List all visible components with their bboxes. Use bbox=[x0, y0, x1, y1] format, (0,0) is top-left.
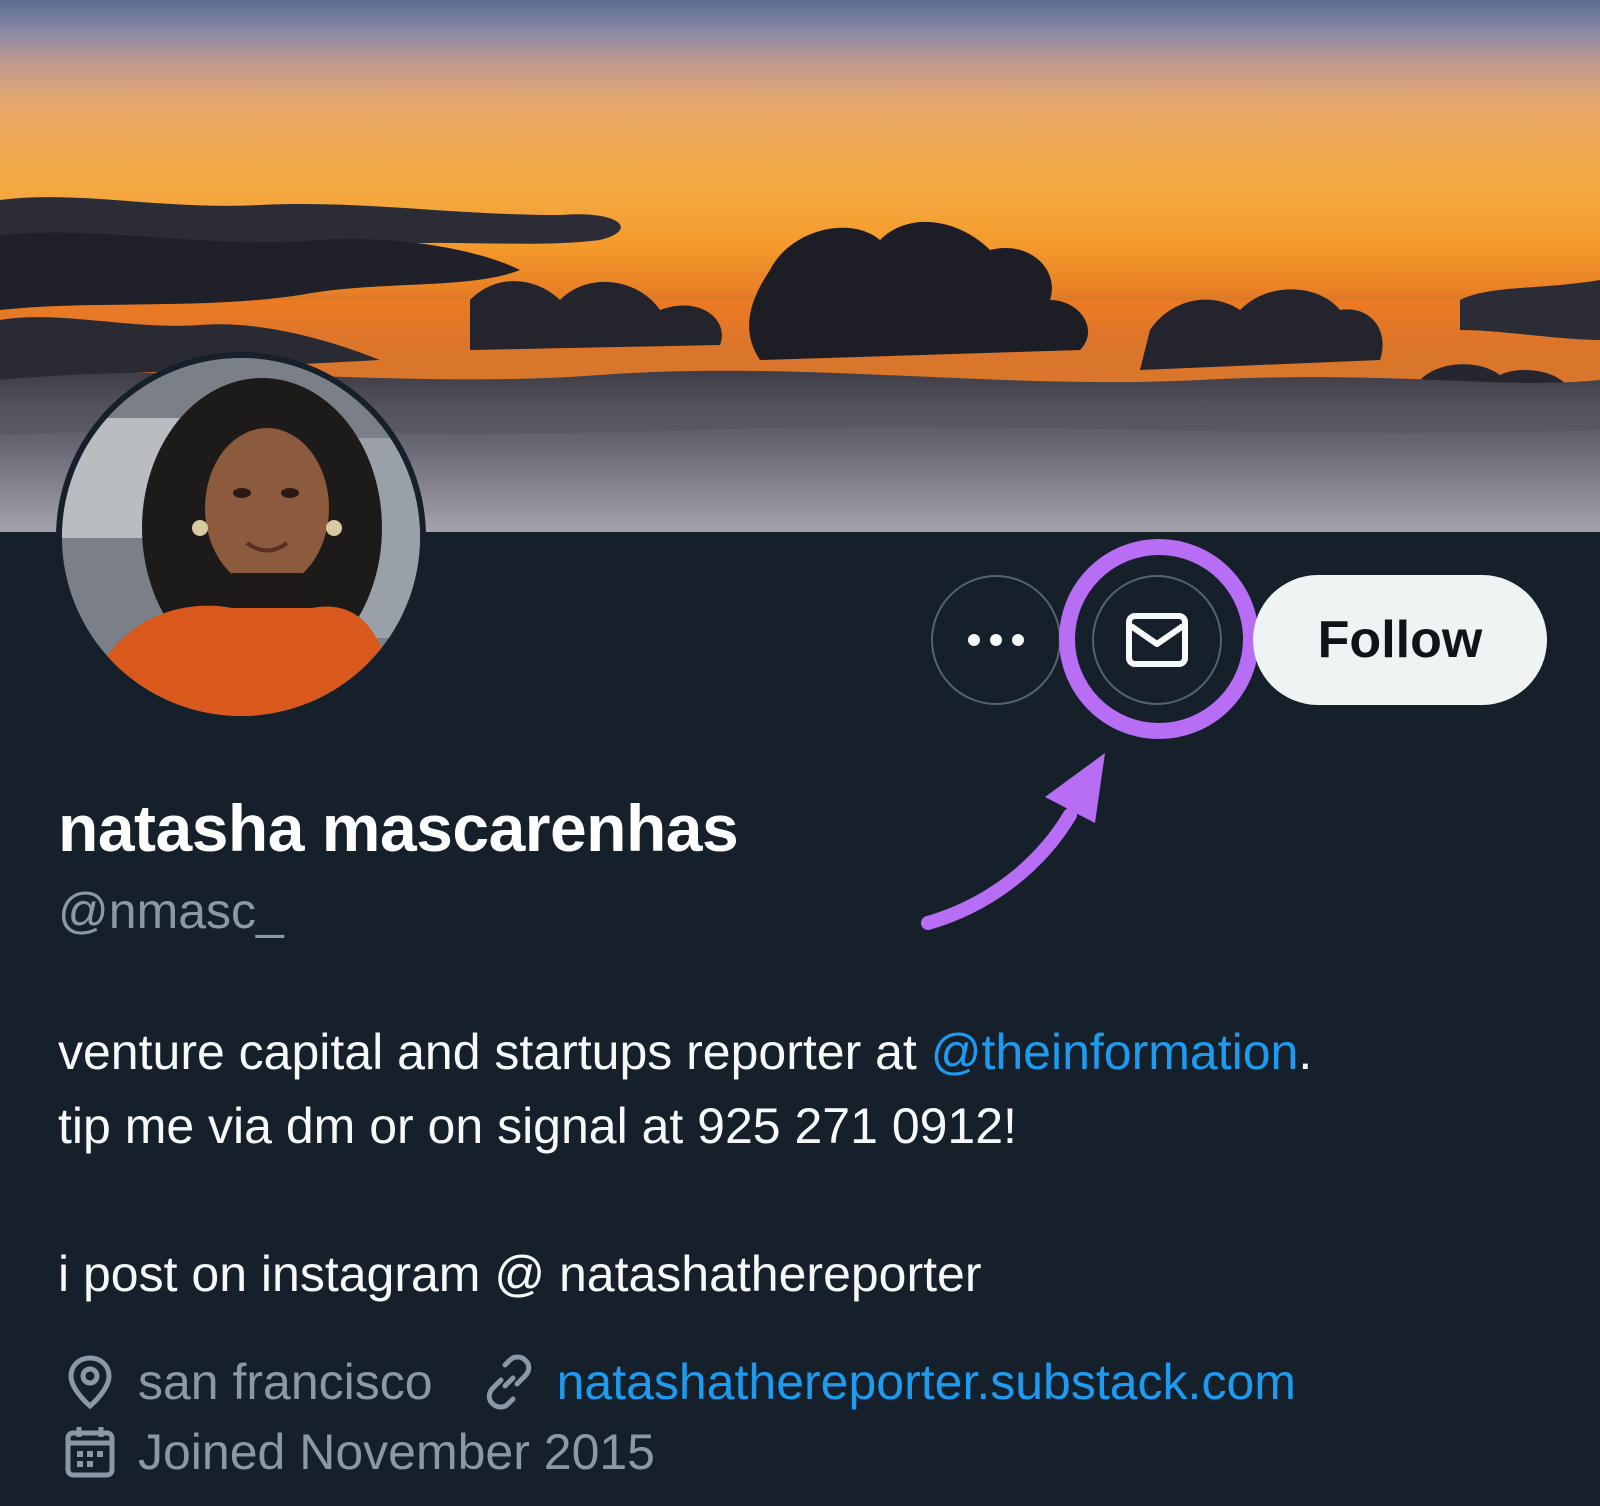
location-pin-icon bbox=[62, 1352, 118, 1412]
profile-bio: venture capital and startups reporter at… bbox=[58, 1015, 1312, 1311]
bio-line-2: tip me via dm or on signal at 925 271 09… bbox=[58, 1098, 1017, 1154]
bio-text: venture capital and startups reporter at bbox=[58, 1024, 931, 1080]
profile-meta-row: Joined November 2015 bbox=[62, 1422, 655, 1482]
profile-avatar[interactable] bbox=[56, 352, 426, 722]
arrow-annotation bbox=[921, 753, 1105, 930]
bio-mention-link[interactable]: @theinformation bbox=[931, 1024, 1299, 1080]
more-options-button[interactable] bbox=[931, 575, 1061, 705]
location-text: san francisco bbox=[138, 1354, 433, 1410]
profile-meta-row: san francisco natashathereporter.substac… bbox=[62, 1352, 1296, 1412]
joined-date-text: Joined November 2015 bbox=[138, 1424, 655, 1480]
username-handle: @nmasc_ bbox=[58, 883, 284, 939]
website-link[interactable]: natashathereporter.substack.com bbox=[557, 1353, 1296, 1411]
bio-blank-line bbox=[58, 1163, 1312, 1237]
display-name: natasha mascarenhas bbox=[58, 791, 739, 865]
follow-button[interactable]: Follow bbox=[1253, 575, 1547, 705]
bio-line-1: venture capital and startups reporter at… bbox=[58, 1015, 1312, 1089]
bio-text: . bbox=[1298, 1024, 1313, 1080]
more-horizontal-icon bbox=[968, 634, 1024, 646]
bio-line-3: i post on instagram @ natashathereporter bbox=[58, 1246, 982, 1302]
avatar-photo bbox=[62, 358, 420, 716]
link-icon bbox=[481, 1352, 537, 1412]
highlight-circle-annotation bbox=[1059, 539, 1259, 739]
calendar-icon bbox=[62, 1422, 118, 1482]
